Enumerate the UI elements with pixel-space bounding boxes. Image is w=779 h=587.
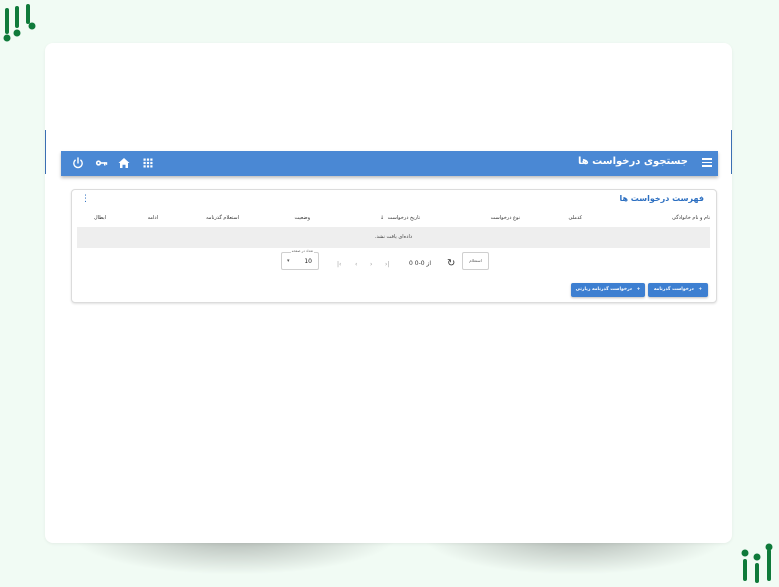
pager-range: 0 از 0-0	[409, 260, 432, 267]
column-header-continue[interactable]: ادامه	[148, 215, 158, 221]
divider	[731, 130, 732, 174]
per-page-value: 10	[304, 258, 312, 265]
column-header-status[interactable]: وضعیت	[295, 215, 311, 221]
previous-page-icon[interactable]: ‹	[355, 261, 357, 268]
divider	[45, 130, 46, 174]
panel-title: فهرست درخواست ها	[619, 194, 704, 203]
column-header-cancel[interactable]: ابطال	[94, 215, 106, 221]
home-icon[interactable]	[117, 156, 131, 170]
pilgrimage-passport-request-button[interactable]: + درخواست گذرنامه زیارتی	[571, 283, 645, 297]
key-icon[interactable]	[94, 156, 108, 170]
empty-message: داده‌ای یافت نشد.	[374, 234, 413, 240]
per-page-label: تعداد در صفحه	[290, 249, 314, 253]
refresh-icon[interactable]: ↻	[447, 258, 455, 269]
plus-icon: +	[698, 287, 703, 292]
column-header-request-type[interactable]: نوع درخواست	[491, 215, 520, 221]
app-bar: جستجوی درخواست ها	[61, 151, 718, 176]
column-header-full-name[interactable]: نام و نام خانوادگی	[672, 215, 710, 221]
plus-icon: +	[636, 287, 641, 292]
next-page-icon[interactable]: ›	[370, 261, 372, 268]
column-header-label: تاریخ درخواست	[387, 215, 420, 221]
per-page-select[interactable]: تعداد در صفحه 10 ▾	[281, 249, 319, 270]
last-page-icon[interactable]: ›|	[385, 261, 389, 268]
power-icon[interactable]	[71, 156, 85, 170]
column-header-request-date[interactable]: تاریخ درخواست ↓	[380, 215, 420, 221]
requests-panel: فهرست درخواست ها ⋮ نام و نام خانوادگی کد…	[71, 189, 717, 303]
logo-icon	[3, 4, 36, 42]
table-row: داده‌ای یافت نشد.	[77, 227, 710, 248]
chevron-down-icon: ▾	[287, 258, 290, 264]
page-title: جستجوی درخواست ها	[578, 156, 688, 167]
column-header-passport-inquiry[interactable]: استعلام گذرنامه	[206, 215, 239, 221]
more-options-icon[interactable]: ⋮	[81, 194, 90, 204]
button-label: درخواست گذرنامه زیارتی	[575, 287, 632, 292]
first-page-icon[interactable]: |‹	[337, 261, 341, 268]
logo-icon	[741, 543, 773, 583]
button-label: درخواست گذرنامه	[653, 287, 694, 292]
column-header-national-code[interactable]: کدملی	[568, 215, 582, 221]
menu-icon[interactable]	[702, 158, 712, 167]
sort-arrow-icon: ↓	[379, 215, 385, 221]
apps-grid-icon[interactable]	[141, 156, 155, 170]
passport-request-button[interactable]: + درخواست گذرنامه	[648, 283, 708, 297]
inquiry-button[interactable]: استعلام	[462, 252, 489, 270]
